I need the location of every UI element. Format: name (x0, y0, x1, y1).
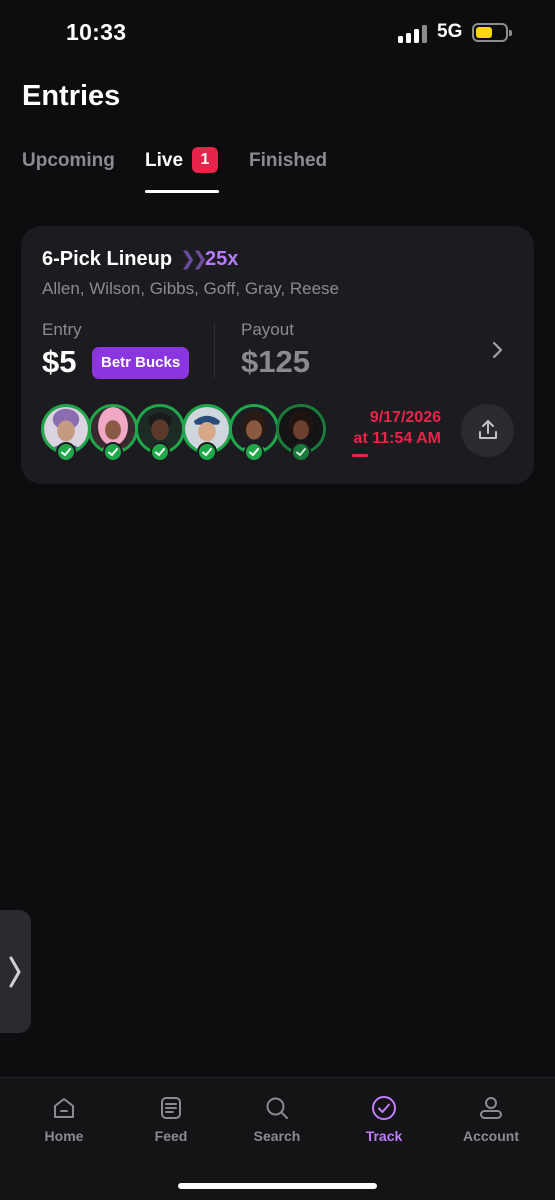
lineup-title: 6-Pick Lineup (42, 248, 173, 270)
entry-card[interactable]: 6-Pick Lineup ❯❯ 25x Allen, Wilson, Gibb… (21, 226, 534, 484)
divider (214, 322, 215, 378)
nav-account[interactable]: Account (446, 1094, 536, 1144)
payout-multiplier: 25x (205, 248, 239, 270)
chevron-right-icon (9, 956, 21, 988)
feed-icon (161, 1097, 181, 1119)
tab-upcoming[interactable]: Upcoming (22, 150, 115, 194)
nav-feed-label: Feed (154, 1128, 188, 1144)
double-chevron-icon: ❯❯ (180, 249, 208, 270)
player-names: Allen, Wilson, Gibbs, Goff, Gray, Reese (42, 279, 339, 298)
tab-live-label: Live (145, 150, 184, 171)
payout-amount: $125 (241, 344, 310, 379)
check-icon (150, 442, 170, 462)
player-avatars (41, 404, 331, 464)
bottom-nav: Home Feed Search Track Account (0, 1077, 555, 1200)
game-date: 9/17/2026 (369, 409, 441, 426)
home-icon (54, 1098, 74, 1118)
nav-track-label: Track (365, 1128, 403, 1144)
check-icon (197, 442, 217, 462)
share-icon (479, 420, 497, 439)
tab-finished[interactable]: Finished (249, 150, 327, 194)
nav-home-label: Home (44, 1128, 84, 1144)
battery-icon (472, 23, 512, 42)
active-tab-indicator (145, 190, 219, 193)
home-indicator (178, 1183, 377, 1189)
entry-label: Entry (42, 320, 82, 339)
nav-account-label: Account (463, 1128, 519, 1144)
live-indicator (352, 454, 368, 457)
user-icon (480, 1097, 502, 1119)
nav-search[interactable]: Search (232, 1094, 322, 1144)
check-icon (56, 442, 76, 462)
game-time: at 11:54 AM (353, 430, 441, 447)
network-type: 5G (437, 21, 463, 42)
tab-live[interactable]: Live 1 (145, 147, 219, 194)
entry-amount: $5 (42, 344, 77, 379)
nav-track[interactable]: Track (339, 1094, 429, 1144)
live-count-badge: 1 (192, 147, 218, 173)
check-icon (103, 442, 123, 462)
side-drawer-handle[interactable] (0, 910, 31, 1033)
payout-label: Payout (241, 320, 294, 339)
signal-icon (398, 23, 428, 43)
page-title: Entries (22, 80, 121, 112)
chevron-right-icon[interactable] (488, 336, 508, 364)
share-button[interactable] (461, 404, 514, 457)
check-icon (291, 442, 311, 462)
check-circle-icon (372, 1096, 396, 1120)
entries-tabs: Upcoming Live 1 Finished (22, 147, 542, 196)
nav-feed[interactable]: Feed (126, 1094, 216, 1144)
search-icon (266, 1097, 288, 1119)
status-time: 10:33 (66, 19, 127, 45)
nav-home[interactable]: Home (19, 1094, 109, 1144)
check-icon (244, 442, 264, 462)
betr-bucks-badge: Betr Bucks (92, 347, 190, 379)
nav-search-label: Search (253, 1128, 301, 1144)
status-bar: 10:33 5G (0, 0, 555, 70)
